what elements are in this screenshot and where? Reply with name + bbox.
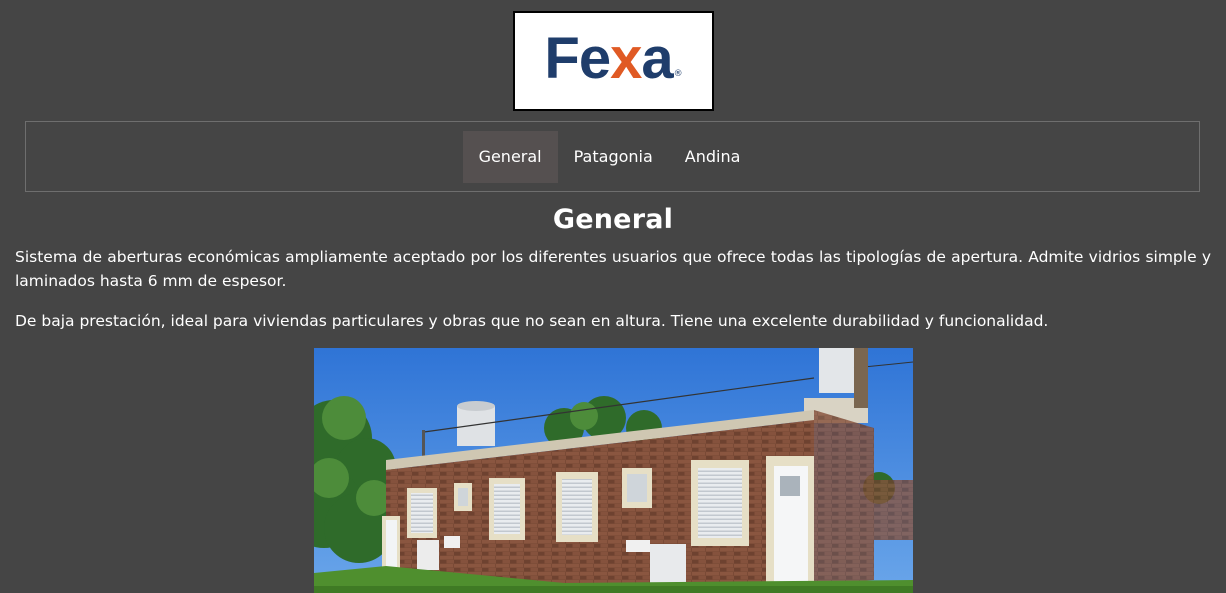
tab-andina[interactable]: Andina — [669, 131, 757, 183]
registered-mark: ® — [673, 69, 683, 79]
tab-patagonia[interactable]: Patagonia — [558, 131, 669, 183]
usage-paragraph: De baja prestación, ideal para viviendas… — [15, 312, 1049, 330]
tab-general[interactable]: General — [462, 130, 558, 183]
description-paragraph: Sistema de aberturas económicas ampliame… — [15, 248, 1211, 290]
logo-wordmark: Fexa — [544, 26, 673, 91]
product-nav: General Patagonia Andina — [25, 121, 1200, 192]
section-title: General — [552, 204, 674, 235]
product-photo — [314, 348, 913, 593]
brand-logo[interactable]: Fexa ® — [513, 11, 714, 111]
tab-list: General Patagonia Andina — [462, 130, 757, 183]
